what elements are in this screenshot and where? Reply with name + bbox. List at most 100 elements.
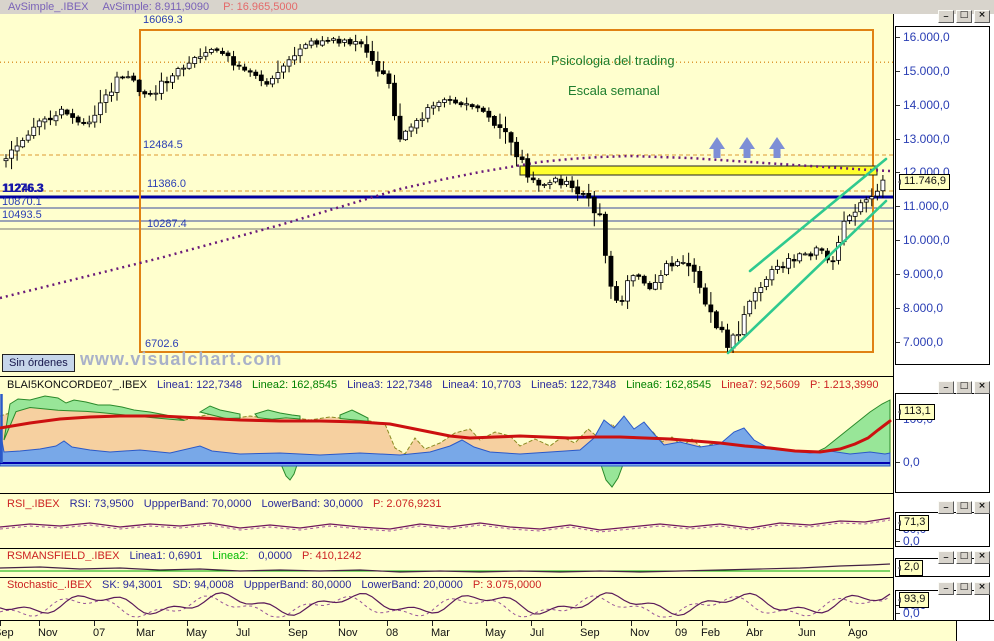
time-label: Sep [288, 627, 308, 639]
time-tick [187, 621, 188, 626]
koncorde-header-segment-1: Linea1: 122,7348 [157, 379, 243, 391]
time-label: Mar [136, 627, 155, 639]
rsmansfield-minimize-icon[interactable]: _ [938, 550, 954, 564]
rsi-plot[interactable] [0, 511, 893, 548]
koncorde-header-segment-0: BLAI5KONCORDE07_.IBEX [7, 379, 148, 391]
koncorde-axis[interactable]: 100,00,0113,1 [895, 393, 990, 493]
stochastic-header-segment-0: Stochastic_.IBEX [7, 579, 92, 590]
price-level-label: 12484.5 [143, 139, 183, 151]
annotation-psicologia: Psicologia del trading [551, 53, 675, 68]
koncorde-header-segment-3: Linea3: 122,7348 [347, 379, 433, 391]
time-label: Nov [38, 627, 58, 639]
time-tick [799, 621, 800, 626]
axis-tick: 16.000,0 [896, 30, 950, 44]
rsmansfield-header-segment-4: P: 410,1242 [302, 550, 362, 561]
time-tick [432, 621, 433, 626]
rsi-header: RSI_.IBEX RSI: 73,9500 UppperBand: 70,0000… [0, 493, 893, 511]
axis-tick: 9.000,0 [896, 267, 943, 281]
time-label: 08 [386, 627, 399, 639]
stochastic-maximize-icon[interactable]: □ [956, 582, 972, 595]
axis-tick: 13.000,0 [896, 132, 950, 146]
time-axis[interactable]: Sep Nov 07 Mar May Jul Sep Nov 08 Mar May Jul Sep Nov… [0, 620, 994, 641]
time-tick [289, 621, 290, 626]
koncorde-header-segment-6: Linea6: 162,8545 [626, 379, 712, 391]
stochastic-window-buttons: _ □ × [938, 581, 990, 595]
visual-chart-window: AvSimple_.IBEX AvSimple: 8.911,9090 P: 16.… [0, 0, 994, 641]
rsi-minimize-icon[interactable]: _ [938, 500, 954, 514]
koncorde-header-segment-5: Linea5: 122,7348 [531, 379, 617, 391]
koncorde-header: BLAI5KONCORDE07_.IBEX Linea1: 122,7348 Lin… [0, 376, 893, 392]
rsmansfield-plot[interactable] [0, 561, 893, 578]
main-price-axis[interactable]: 16.000,0 15.000,0 14.000,0 13.000,0 12.000,0… [895, 26, 990, 365]
stochastic-header-segment-3: UppperBand: 80,0000 [243, 579, 352, 590]
axis-tick: 0,0 [896, 606, 920, 620]
stochastic-close-icon[interactable]: × [974, 582, 990, 595]
axis-corner [956, 620, 994, 641]
rsi-axis[interactable]: 50,00,071,3 [895, 512, 990, 547]
rsmansfield-header-segment-3: 0,0000 [258, 550, 293, 561]
annotation-escala: Escala semanal [568, 83, 660, 98]
koncorde-maximize-icon[interactable]: □ [956, 381, 972, 394]
koncorde-close-icon[interactable]: × [974, 381, 990, 394]
rsi-close-icon[interactable]: × [974, 501, 990, 514]
rsmansfield-header: RSMANSFIELD_.IBEX Linea1: 0,6901 Linea2: 0,… [0, 548, 893, 561]
time-label: 07 [93, 627, 106, 639]
price-level-label: 10287.4 [147, 218, 187, 230]
time-label: Abr [746, 627, 764, 639]
koncorde-header-segment-8: P: 1.213,3990 [810, 379, 879, 391]
time-label: Nov [338, 627, 358, 639]
rsmansfield-header-segment-2: Linea2: [212, 550, 249, 561]
time-label: Sep [580, 627, 600, 639]
stochastic-header-segment-4: LowerBand: 20,0000 [361, 579, 463, 590]
rsmansfield-maximize-icon[interactable]: □ [956, 551, 972, 564]
last-value-box: 71,3 [897, 515, 930, 531]
time-tick [676, 621, 677, 626]
time-label: Jun [798, 627, 816, 639]
stochastic-plot[interactable] [0, 590, 893, 621]
main-price-chart[interactable] [0, 14, 893, 376]
price-level-label: 11386.0 [147, 178, 186, 190]
stochastic-minimize-icon[interactable]: _ [938, 581, 954, 595]
time-label: Jul [236, 627, 251, 639]
price-level-label: 10493.5 [2, 209, 42, 221]
time-label: Mar [431, 627, 450, 639]
koncorde-header-segment-4: Linea4: 10,7703 [442, 379, 522, 391]
title-segment-2: P: 16.965,5000 [223, 1, 298, 13]
visualchart-watermark: www.visualchart.com [80, 349, 283, 369]
time-label: May [186, 627, 207, 639]
koncorde-plot[interactable] [0, 392, 893, 492]
stochastic-header-segment-1: SK: 94,3001 [102, 579, 163, 590]
time-tick [747, 621, 748, 626]
rsi-window-buttons: _ □ × [938, 500, 990, 514]
main-minimize-icon[interactable]: _ [938, 9, 954, 23]
axis-tick: 14.000,0 [896, 98, 950, 112]
rsmansfield-header-segment-1: Linea1: 0,6901 [129, 550, 203, 561]
last-value-box: 2,0 [897, 560, 924, 576]
time-tick [849, 621, 850, 626]
time-tick [339, 621, 340, 626]
rsmansfield-close-icon[interactable]: × [974, 551, 990, 564]
chart-title-bar: AvSimple_.IBEX AvSimple: 8.911,9090 P: 16.… [0, 0, 994, 14]
stochastic-header-segment-2: SD: 94,0008 [172, 579, 234, 590]
axis-tick: 0,0 [896, 455, 920, 469]
rsi-header-segment-1: RSI: 73,9500 [69, 498, 134, 510]
title-segment-1: AvSimple: 8.911,9090 [102, 1, 210, 13]
price-level-label: 16069.3 [143, 14, 183, 26]
stochastic-header: Stochastic_.IBEX SK: 94,3001 SD: 94,0008 Up… [0, 577, 893, 590]
koncorde-window-buttons: _ □ × [938, 380, 990, 394]
sin-ordenes-button[interactable]: Sin órdenes [2, 354, 75, 372]
time-label: Sep [0, 627, 14, 639]
main-close-icon[interactable]: × [974, 10, 990, 23]
main-maximize-icon[interactable]: □ [956, 10, 972, 23]
time-tick [137, 621, 138, 626]
time-tick [531, 621, 532, 626]
rsmansfield-header-segment-0: RSMANSFIELD_.IBEX [7, 550, 120, 561]
price-level-label: 11246.3 [3, 183, 44, 195]
rsi-header-segment-0: RSI_.IBEX [7, 498, 60, 510]
time-label: Nov [630, 627, 650, 639]
rsi-maximize-icon[interactable]: □ [956, 501, 972, 514]
axis-tick: 7.000,0 [896, 335, 943, 349]
time-tick [387, 621, 388, 626]
koncorde-minimize-icon[interactable]: _ [938, 380, 954, 394]
time-tick [0, 621, 1, 626]
